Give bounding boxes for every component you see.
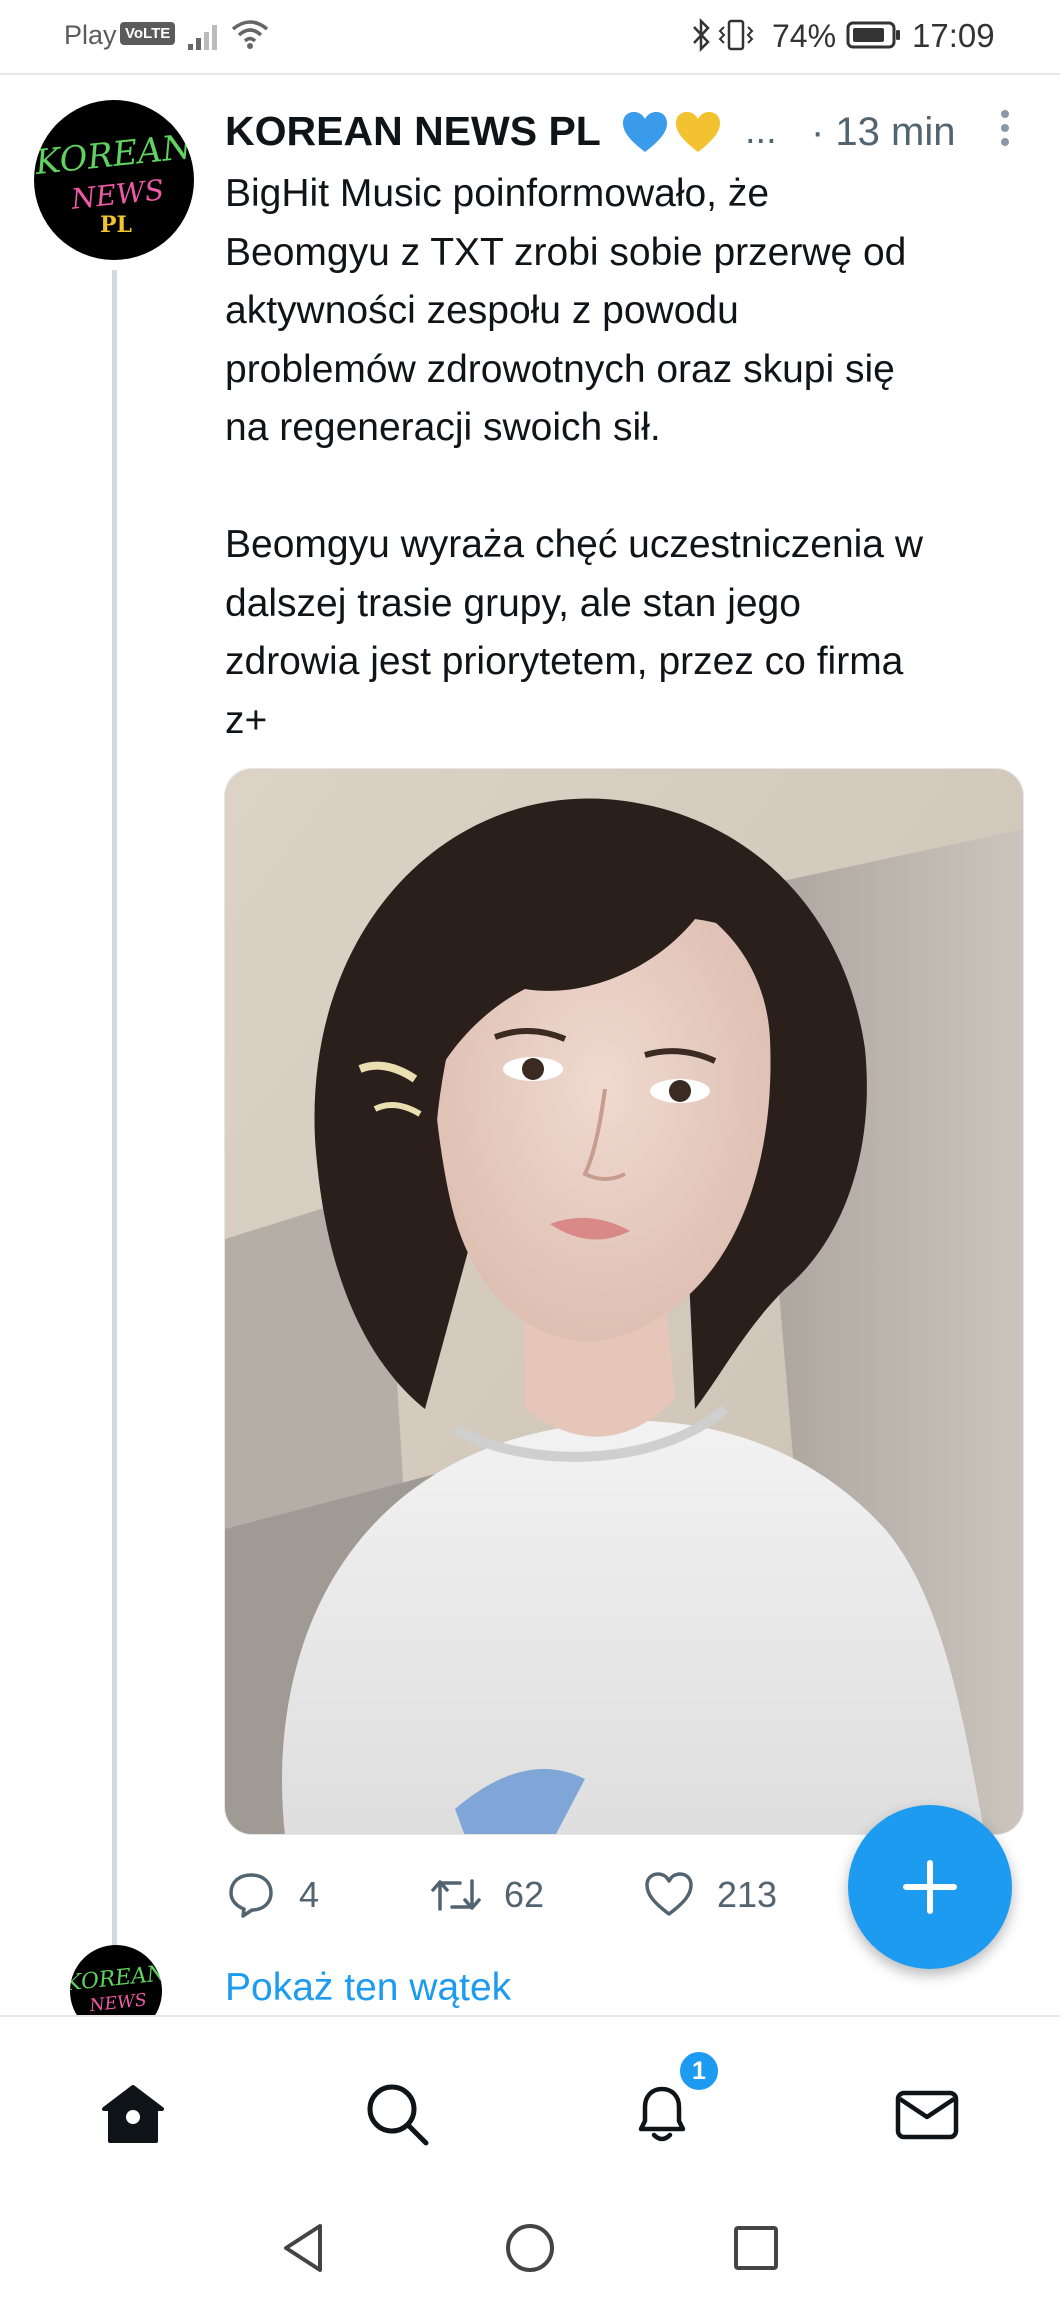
status-bar-divider <box>0 73 1060 75</box>
like-button[interactable]: 213 <box>643 1865 777 1925</box>
plus-icon <box>903 1860 957 1914</box>
volte-badge: VoLTE <box>120 22 176 45</box>
battery-icon <box>846 21 900 49</box>
bluetooth-icon <box>693 18 710 52</box>
more-options-icon[interactable] <box>995 106 1015 154</box>
show-thread-link[interactable]: Pokaż ten wątek <box>225 1966 511 2010</box>
avatar-text-news: NEWS <box>88 1990 148 2016</box>
battery-percent: 74% <box>772 18 837 54</box>
tweet-photo[interactable] <box>224 768 1024 1835</box>
system-recent-apps-icon[interactable] <box>728 2220 784 2276</box>
heart-icon <box>645 1872 693 1916</box>
messages-icon[interactable] <box>892 2079 962 2149</box>
tweet-paragraph: Beomgyu wyraża chęć uczestniczenia w dal… <box>225 523 923 742</box>
status-bar: Play VoLTE 74% 17:09 <box>0 0 1060 72</box>
author-avatar[interactable]: KOREAN NEWS PL <box>34 100 194 260</box>
retweet-count: 62 <box>504 1874 545 1915</box>
tweet-header: KOREAN NEWS PL ... · 13 min <box>225 104 1025 160</box>
author-name[interactable]: KOREAN NEWS PL <box>225 108 601 155</box>
photo-illustration <box>225 769 1023 1834</box>
tweet-text: BigHit Music poinformowało, że Beomgyu z… <box>225 165 1025 750</box>
reply-count: 4 <box>299 1874 320 1915</box>
compose-tweet-button[interactable] <box>848 1805 1012 1969</box>
reply-button[interactable]: 4 <box>225 1865 319 1925</box>
yellow-heart-icon <box>676 112 720 152</box>
vibrate-icon <box>718 19 754 51</box>
system-home-icon[interactable] <box>502 2220 558 2276</box>
avatar-text-pl: PL <box>100 212 132 238</box>
carrier-label: Play <box>64 20 117 50</box>
reply-icon <box>229 1873 273 1918</box>
tweet-paragraph: BigHit Music poinformowało, że Beomgyu z… <box>225 172 907 449</box>
nav-divider <box>0 2015 1060 2017</box>
tweet-timestamp[interactable]: · 13 min <box>811 110 956 155</box>
tweet-actions: 4 62 213 <box>225 1865 825 1925</box>
clock: 17:09 <box>912 17 995 54</box>
avatar-text-korean: KOREAN <box>70 1961 162 1997</box>
search-icon[interactable] <box>362 2079 432 2149</box>
retweet-button[interactable]: 62 <box>430 1865 544 1925</box>
blue-heart-icon <box>623 112 667 152</box>
home-icon[interactable] <box>98 2079 168 2149</box>
twitter-app-screen: Play VoLTE 74% 17:09 KOREAN NEWS PL KORE… <box>0 0 1060 2297</box>
author-name-truncation: ... <box>745 110 777 152</box>
avatar-text-korean: KOREAN <box>34 127 194 183</box>
system-back-icon[interactable] <box>276 2220 332 2276</box>
signal-icon <box>188 25 217 50</box>
bottom-navigation: 1 <box>0 2015 1060 2297</box>
notification-badge: 1 <box>677 2049 721 2093</box>
wifi-icon <box>231 20 269 49</box>
avatar-text-news: NEWS <box>69 173 166 216</box>
retweet-icon <box>431 1879 481 1911</box>
thread-connector-line <box>112 270 117 1970</box>
like-count: 213 <box>717 1874 778 1915</box>
